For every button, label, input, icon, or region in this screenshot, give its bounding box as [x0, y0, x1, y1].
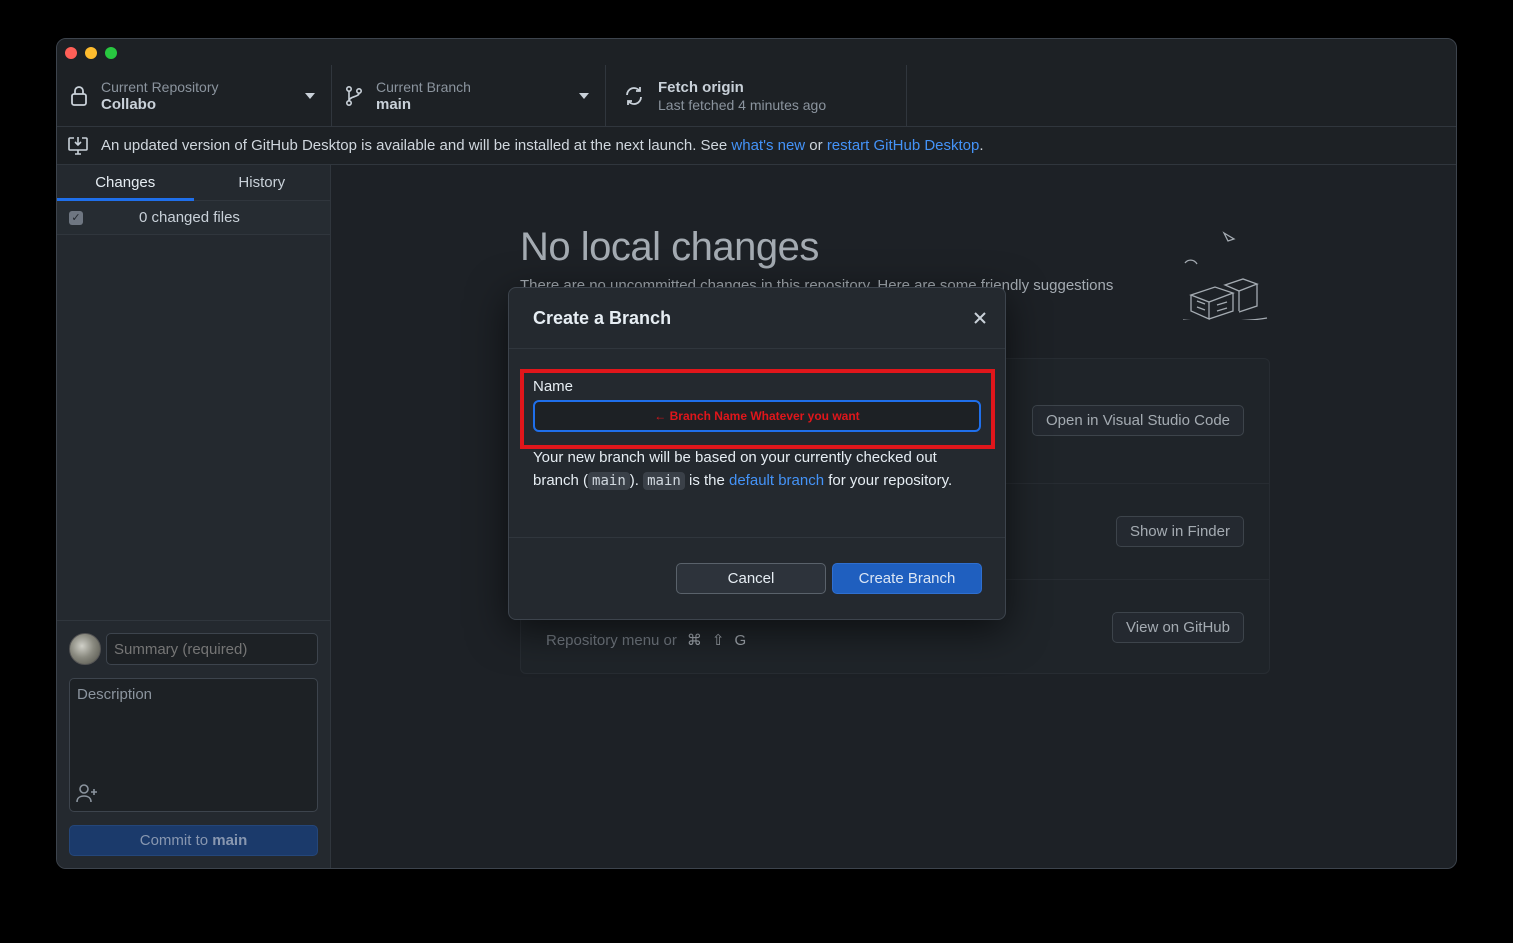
toolbar: Current Repository Collabo Current Branc… [57, 65, 1456, 127]
chevron-down-icon [579, 93, 589, 99]
banner-or: or [805, 137, 827, 154]
tab-changes[interactable]: Changes [57, 165, 194, 201]
minimize-window-button[interactable] [85, 47, 97, 59]
cancel-button[interactable]: Cancel [676, 563, 826, 594]
banner-text: An updated version of GitHub Desktop is … [101, 137, 984, 154]
tab-history[interactable]: History [194, 165, 331, 200]
commit-area: Description Commit to main [57, 620, 330, 868]
chevron-down-icon [305, 93, 315, 99]
titlebar [57, 39, 1456, 65]
fetch-label: Fetch origin [658, 79, 744, 96]
commit-branch: main [212, 832, 248, 849]
commit-button[interactable]: Commit to main [69, 825, 318, 856]
sync-icon [626, 87, 642, 105]
repo-label: Current Repository [101, 79, 219, 95]
banner-message: An updated version of GitHub Desktop is … [101, 137, 732, 154]
default-branch-link[interactable]: default branch [729, 472, 824, 489]
description-field[interactable]: Description [69, 678, 318, 812]
restart-link[interactable]: restart GitHub Desktop [827, 137, 980, 154]
current-repository-button[interactable]: Current Repository Collabo [57, 65, 332, 127]
repo-name: Collabo [101, 96, 156, 113]
lock-icon [71, 86, 87, 106]
description-placeholder: Description [77, 686, 153, 703]
fetch-origin-button[interactable]: Fetch origin Last fetched 4 minutes ago [606, 65, 907, 127]
sidebar-tabs: Changes History [57, 165, 330, 201]
dialog-footer: Cancel Create Branch [509, 537, 1005, 619]
summary-input[interactable] [106, 633, 318, 665]
branch-icon [345, 85, 363, 107]
dialog-header: Create a Branch [509, 288, 1005, 349]
desc-text-2: ). [629, 472, 644, 489]
create-branch-dialog: Create a Branch Name ← Branch Name Whate… [508, 287, 1006, 620]
name-label: Name [533, 378, 574, 395]
sidebar: Changes History ✓ 0 changed files Descri… [57, 165, 331, 868]
zoom-window-button[interactable] [105, 47, 117, 59]
select-all-checkbox[interactable]: ✓ [69, 211, 83, 225]
app-window: Current Repository Collabo Current Branc… [56, 38, 1457, 869]
dialog-description: Your new branch will be based on your cu… [533, 446, 983, 493]
close-window-button[interactable] [65, 47, 77, 59]
avatar [69, 633, 101, 665]
current-branch-button[interactable]: Current Branch main [332, 65, 606, 127]
dialog-title: Create a Branch [533, 308, 672, 328]
branch-name: main [376, 96, 412, 113]
desktop-download-icon [68, 137, 88, 155]
changes-header: ✓ 0 changed files [57, 201, 330, 235]
desc-text-3: is the [684, 472, 729, 489]
whats-new-link[interactable]: what's new [731, 137, 805, 154]
add-coauthor-icon[interactable] [76, 783, 98, 803]
branch-name-input[interactable] [533, 400, 981, 432]
changed-files-count: 0 changed files [139, 209, 240, 226]
desc-code-1: main [588, 472, 630, 490]
commit-prefix: Commit to [139, 832, 213, 849]
banner-end: . [979, 137, 984, 154]
branch-label: Current Branch [376, 79, 471, 95]
update-banner: An updated version of GitHub Desktop is … [57, 127, 1456, 165]
close-icon[interactable] [969, 307, 991, 329]
desc-code-2: main [643, 472, 685, 490]
create-branch-button[interactable]: Create Branch [832, 563, 982, 594]
desc-text-4: for your repository. [824, 472, 953, 489]
fetch-status: Last fetched 4 minutes ago [658, 97, 827, 113]
